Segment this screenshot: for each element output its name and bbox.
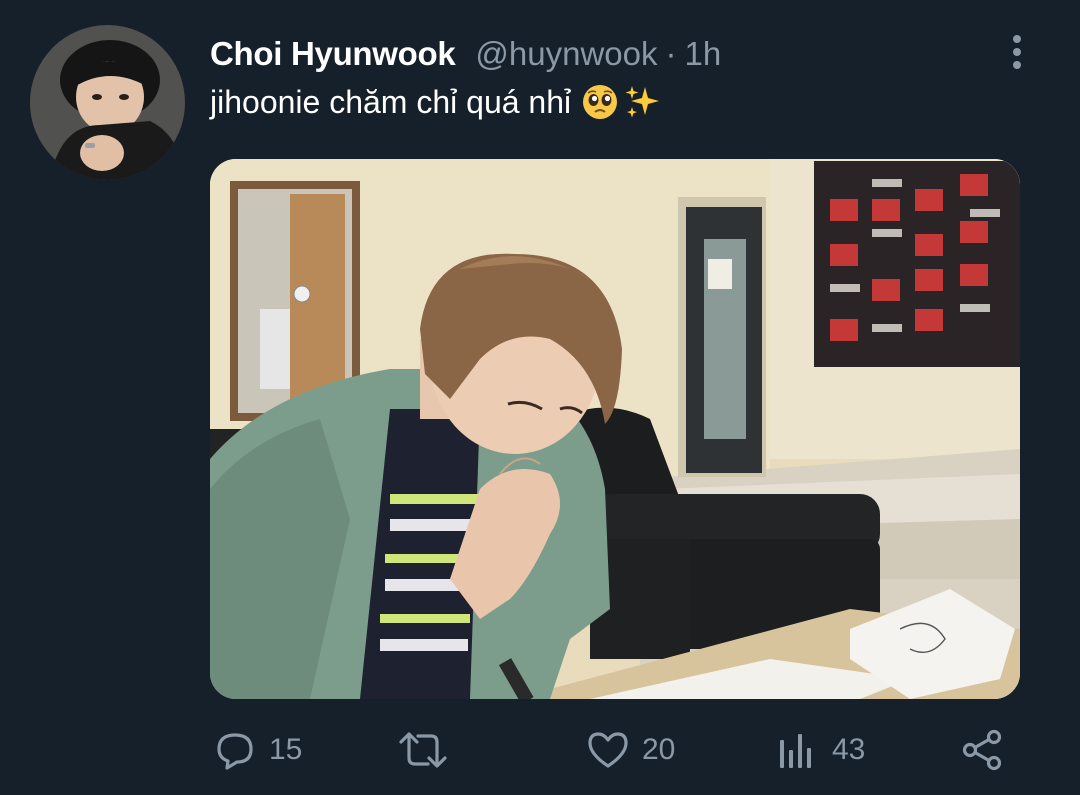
more-options-icon[interactable]: [1000, 30, 1034, 74]
avatar[interactable]: [30, 25, 185, 180]
views-count: 43: [832, 733, 866, 766]
views-icon: [776, 728, 820, 772]
display-name[interactable]: Choi Hyunwook: [210, 35, 456, 73]
user-handle[interactable]: @huynwook: [475, 35, 657, 73]
sparkles-emoji: [623, 83, 661, 121]
reply-button[interactable]: 15: [213, 720, 302, 780]
timestamp[interactable]: 1h: [685, 35, 722, 73]
tweet-header: Choi Hyunwook @huynwook · 1h: [210, 32, 721, 76]
reply-count: 15: [269, 733, 303, 766]
tweet-text-content: jihoonie chăm chỉ quá nhỉ: [210, 83, 572, 120]
retweet-icon: [398, 728, 448, 772]
action-bar: 15 20 43: [0, 720, 1080, 780]
like-count: 20: [642, 733, 676, 766]
heart-icon: [586, 728, 630, 772]
tweet-photo[interactable]: [210, 159, 1020, 699]
tweet-text: jihoonie chăm chỉ quá nhỉ: [210, 80, 661, 124]
separator-dot: ·: [665, 35, 677, 72]
pleading-face-emoji: [581, 83, 619, 121]
reply-icon: [213, 728, 257, 772]
retweet-button[interactable]: [398, 720, 460, 780]
like-button[interactable]: 20: [586, 720, 675, 780]
share-button[interactable]: [960, 720, 1004, 780]
share-icon: [960, 728, 1004, 772]
tweet-card[interactable]: Choi Hyunwook @huynwook · 1h jihoonie ch…: [0, 0, 1080, 795]
views-button[interactable]: 43: [776, 720, 865, 780]
